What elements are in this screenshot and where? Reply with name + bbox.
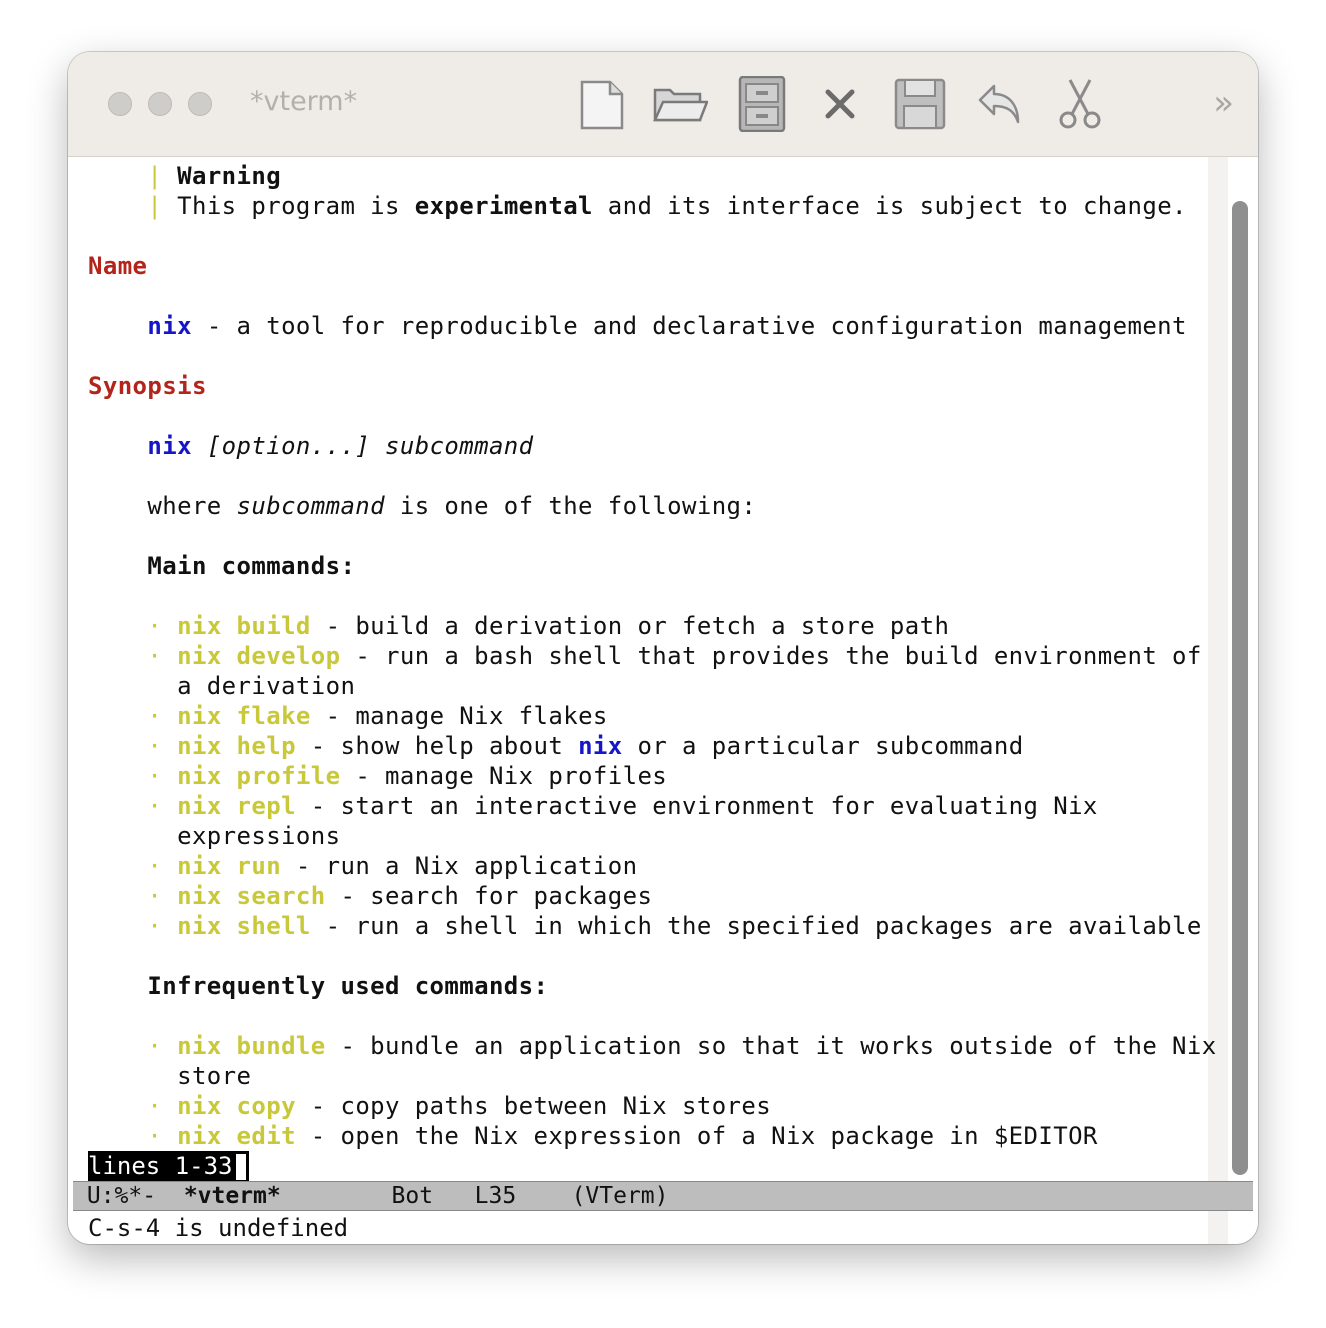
file-cabinet-icon[interactable]	[734, 76, 790, 132]
right-fringe	[1208, 157, 1228, 1244]
zoom-window-button[interactable]	[188, 92, 212, 116]
infrequent-commands-heading: Infrequently used commands:	[147, 972, 549, 1000]
list-item: · nix profile - manage Nix profiles	[147, 762, 668, 790]
minimize-window-button[interactable]	[148, 92, 172, 116]
list-item: · nix build - build a derivation or fetc…	[147, 612, 950, 640]
modeline-mode[interactable]: (VTerm)	[572, 1183, 669, 1209]
scissors-icon[interactable]	[1052, 76, 1108, 132]
modeline-buffer-name[interactable]: *vterm*	[184, 1183, 281, 1209]
emacs-window: *vterm* » | Warning | This program is ex…	[68, 52, 1258, 1244]
list-item: · nix develop - run a bash shell that pr…	[147, 642, 1202, 670]
list-item-continuation: a derivation	[177, 672, 356, 700]
modeline-position: Bot	[391, 1183, 434, 1209]
modeline-line: L35	[474, 1183, 517, 1209]
list-item: · nix shell - run a shell in which the s…	[147, 912, 1202, 940]
scrollbar-thumb[interactable]	[1232, 201, 1248, 1175]
new-file-icon[interactable]	[574, 76, 630, 132]
list-item: · nix repl - start an interactive enviro…	[147, 792, 1098, 820]
title-bar: *vterm* »	[68, 52, 1258, 157]
synopsis-heading: Synopsis	[88, 372, 207, 400]
terminal-cursor	[234, 1153, 247, 1181]
open-folder-icon[interactable]	[652, 76, 708, 132]
list-item: · nix edit - open the Nix expression of …	[147, 1122, 1098, 1150]
list-item: · nix help - show help about nix or a pa…	[147, 732, 1024, 760]
synopsis-where: where subcommand is one of the following…	[147, 492, 757, 520]
list-item: · nix bundle - bundle an application so …	[147, 1032, 1217, 1060]
window-title: *vterm*	[250, 86, 358, 117]
list-item: · nix copy - copy paths between Nix stor…	[147, 1092, 772, 1120]
name-description: nix - a tool for reproducible and declar…	[147, 312, 1187, 340]
list-item-continuation: expressions	[177, 822, 341, 850]
close-window-button[interactable]	[108, 92, 132, 116]
synopsis-usage: nix [option...] subcommand	[147, 432, 534, 460]
echo-area: C-s-4 is undefined	[88, 1214, 349, 1242]
close-icon[interactable]	[812, 76, 868, 132]
warning-text-line: | This program is experimental and its i…	[147, 192, 1187, 220]
pager-status: lines 1-33	[88, 1151, 249, 1181]
floppy-disk-icon[interactable]	[892, 76, 948, 132]
undo-icon[interactable]	[972, 76, 1028, 132]
warning-title-line: | Warning	[147, 162, 282, 190]
modeline-state: U:%*-	[86, 1183, 157, 1209]
name-heading: Name	[88, 252, 148, 280]
list-item: · nix flake - manage Nix flakes	[147, 702, 608, 730]
vterm-buffer[interactable]: | Warning | This program is experimental…	[68, 157, 1258, 1244]
list-item: · nix search - search for packages	[147, 882, 653, 910]
list-item: · nix run - run a Nix application	[147, 852, 638, 880]
main-commands-heading: Main commands:	[147, 552, 356, 580]
toolbar-overflow-icon[interactable]: »	[1213, 86, 1234, 120]
mode-line[interactable]: U:%*- *vterm* Bot L35 (VTerm)	[73, 1181, 1253, 1211]
list-item-continuation: store	[177, 1062, 252, 1090]
